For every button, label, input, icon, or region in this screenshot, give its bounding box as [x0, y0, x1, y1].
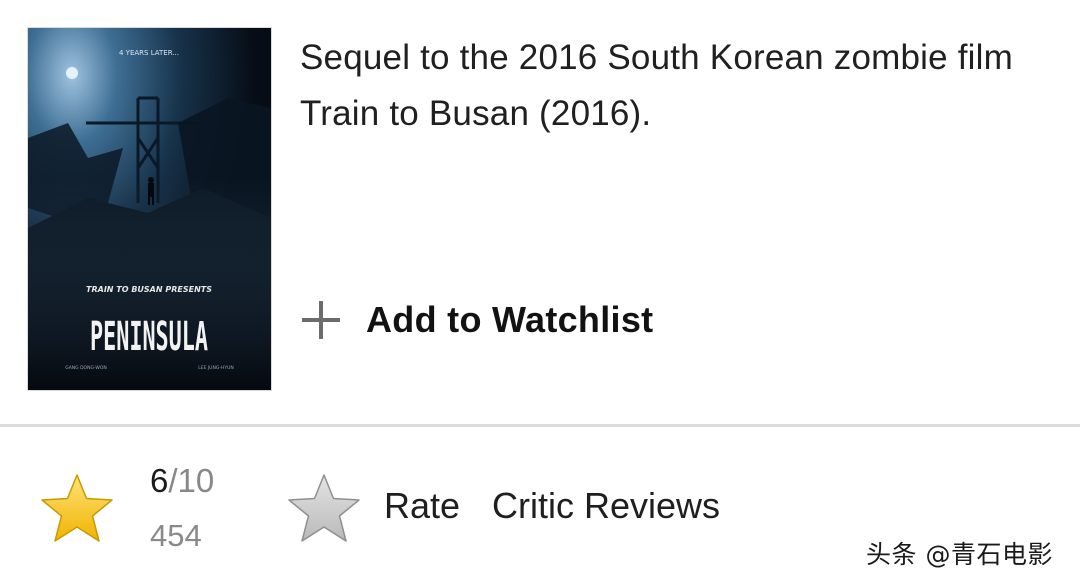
vote-count: 454 [150, 518, 202, 553]
rating-scale: /10 [168, 462, 215, 499]
poster-credit-right: LEE JUNG-HYUN [198, 365, 234, 371]
rate-button[interactable]: Rate [384, 485, 460, 527]
watchlist-label: Add to Watchlist [366, 299, 654, 340]
star-icon [41, 474, 113, 542]
movie-poster[interactable]: 4 YEARS LATER... TRAIN TO BUSAN PRESENTS… [28, 28, 271, 390]
source-watermark: 头条 @青石电影 [866, 540, 1053, 569]
rating-score: 6 [150, 462, 169, 499]
poster-artwork: 4 YEARS LATER... TRAIN TO BUSAN PRESENTS… [28, 28, 271, 390]
poster-tagline: 4 YEARS LATER... [119, 49, 179, 57]
critic-reviews-link[interactable]: Critic Reviews [492, 485, 720, 527]
imdb-rating: 6/10 [150, 462, 214, 500]
star-outline-icon[interactable] [286, 472, 362, 544]
plot-summary: Sequel to the 2016 South Korean zombie f… [300, 38, 1013, 133]
poster-presenter: TRAIN TO BUSAN PRESENTS [86, 285, 212, 294]
add-to-watchlist-button[interactable]: Add to Watchlist [300, 292, 653, 348]
moon-shape [66, 67, 78, 79]
title-overview: 4 YEARS LATER... TRAIN TO BUSAN PRESENTS… [0, 0, 1080, 425]
poster-credit-left: GANG DONG-WON [65, 365, 107, 371]
plus-icon [300, 299, 342, 341]
poster-title: PENINSULA [90, 314, 208, 360]
